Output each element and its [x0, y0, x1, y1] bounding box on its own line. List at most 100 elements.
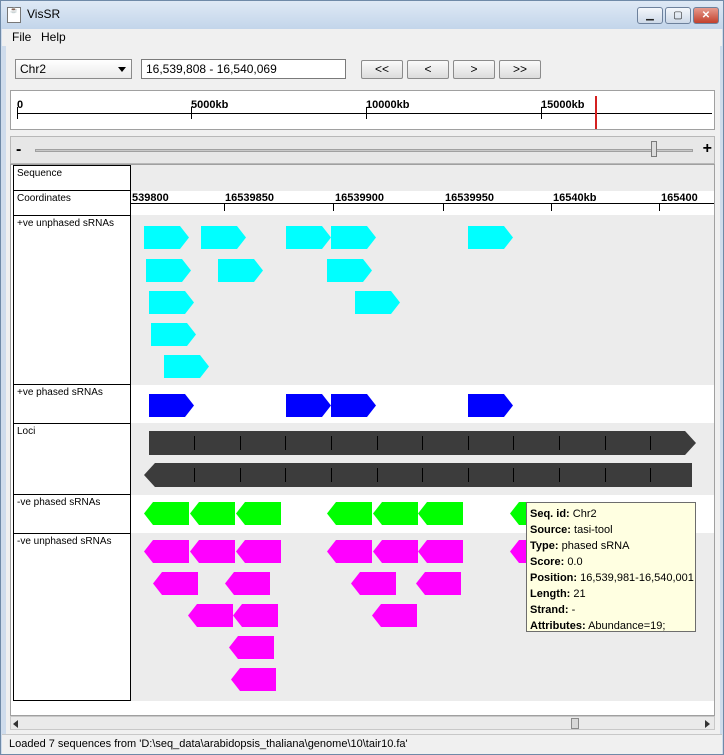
coordinate-tick	[224, 203, 225, 211]
jump-start-button[interactable]: <<	[361, 60, 403, 79]
srna-feature[interactable]	[218, 259, 263, 282]
locus-tick	[513, 468, 514, 482]
srna-feature[interactable]	[236, 502, 281, 525]
tooltip-row: Seq. id: Chr2	[530, 508, 597, 520]
zoom-track[interactable]	[35, 149, 693, 152]
srna-feature[interactable]	[351, 572, 396, 595]
zoom-slider[interactable]: - +	[10, 136, 715, 164]
overview-tick-label: 5000kb	[191, 99, 229, 111]
zoom-in-icon[interactable]: +	[703, 140, 712, 158]
menu-help[interactable]: Help	[41, 30, 66, 44]
close-button[interactable]: ✕	[693, 7, 719, 24]
srna-feature[interactable]	[231, 668, 276, 691]
locus-feature[interactable]	[144, 463, 692, 487]
srna-feature[interactable]	[144, 502, 189, 525]
locus-tick	[377, 436, 378, 450]
locus-tick	[331, 436, 332, 450]
jump-end-button[interactable]: >>	[499, 60, 541, 79]
track-label-loci: Loci	[13, 423, 131, 495]
coordinate-tick	[551, 203, 552, 211]
srna-feature[interactable]	[188, 604, 233, 627]
scroll-thumb[interactable]	[571, 718, 579, 729]
jar-app-icon: ☕	[7, 7, 21, 23]
horizontal-scrollbar[interactable]	[10, 716, 715, 730]
srna-feature[interactable]	[373, 540, 418, 563]
locus-tick	[605, 436, 606, 450]
minimize-button[interactable]: ▁	[637, 7, 663, 24]
zoom-thumb[interactable]	[650, 141, 657, 157]
srna-feature[interactable]	[190, 502, 235, 525]
srna-feature[interactable]	[225, 572, 270, 595]
next-button[interactable]: >	[453, 60, 495, 79]
locus-tick	[194, 468, 195, 482]
srna-feature[interactable]	[149, 394, 194, 417]
srna-feature[interactable]	[286, 226, 331, 249]
srna-feature[interactable]	[144, 540, 189, 563]
srna-feature[interactable]	[416, 572, 461, 595]
srna-feature[interactable]	[331, 226, 376, 249]
track-label-pos-unphased: +ve unphased sRNAs	[13, 215, 131, 385]
srna-feature[interactable]	[233, 604, 278, 627]
srna-feature[interactable]	[146, 259, 191, 282]
srna-feature[interactable]	[327, 502, 372, 525]
locus-tick	[240, 436, 241, 450]
chromosome-select[interactable]: Chr2	[15, 59, 132, 79]
srna-feature[interactable]	[201, 226, 246, 249]
srna-feature[interactable]	[327, 259, 372, 282]
coordinate-label: 16539850	[225, 192, 274, 204]
locus-tick	[468, 468, 469, 482]
srna-feature[interactable]	[468, 394, 513, 417]
zoom-out-icon[interactable]: -	[16, 141, 21, 159]
srna-feature[interactable]	[153, 572, 198, 595]
srna-feature[interactable]	[331, 394, 376, 417]
srna-feature[interactable]	[190, 540, 235, 563]
previous-button[interactable]: <	[407, 60, 449, 79]
sequence-band	[131, 165, 714, 191]
locus-tick	[240, 468, 241, 482]
srna-feature[interactable]	[149, 291, 194, 314]
tooltip-row: Type: phased sRNA	[530, 540, 630, 552]
srna-feature[interactable]	[151, 323, 196, 346]
srna-feature[interactable]	[355, 291, 400, 314]
overview-tick-label: 0	[17, 99, 24, 111]
srna-feature[interactable]	[327, 540, 372, 563]
position-marker[interactable]	[595, 96, 597, 129]
range-input[interactable]: 16,539,808 - 16,540,069	[141, 59, 346, 79]
srna-feature[interactable]	[164, 355, 209, 378]
srna-feature[interactable]	[418, 502, 463, 525]
coordinate-label: 16539900	[335, 192, 384, 204]
locus-feature[interactable]	[149, 431, 696, 455]
tooltip-row: Length: 21	[530, 588, 586, 600]
status-bar: Loaded 7 sequences from 'D:\seq_data\ara…	[2, 734, 722, 754]
track-label-neg-unphased: -ve unphased sRNAs	[13, 533, 131, 701]
locus-tick	[194, 436, 195, 450]
overview-tick-label: 15000kb	[541, 99, 585, 111]
maximize-button[interactable]: ▢	[665, 7, 691, 24]
window-title: VisSR	[27, 7, 61, 21]
srna-feature[interactable]	[286, 394, 331, 417]
title-bar[interactable]: ☕ VisSR ▁ ▢ ✕	[1, 1, 723, 29]
locus-tick	[605, 468, 606, 482]
coordinate-label: 165400	[661, 192, 698, 204]
feature-tooltip: Seq. id: Chr2 Source: tasi-tool Type: ph…	[526, 502, 696, 632]
tooltip-row: Strand: -	[530, 604, 576, 616]
coordinate-tick	[443, 203, 444, 211]
srna-feature[interactable]	[372, 604, 417, 627]
track-label-neg-phased: -ve phased sRNAs	[13, 494, 131, 534]
menu-bar: File Help	[2, 29, 722, 46]
locus-tick	[650, 468, 651, 482]
menu-file[interactable]: File	[12, 30, 31, 44]
tooltip-row: Score: 0.0	[530, 556, 583, 568]
srna-feature[interactable]	[236, 540, 281, 563]
srna-feature[interactable]	[468, 226, 513, 249]
srna-feature[interactable]	[373, 502, 418, 525]
track-label-sequence: Sequence	[13, 165, 131, 191]
srna-feature[interactable]	[229, 636, 274, 659]
chromosome-overview[interactable]: 0 5000kb 10000kb 15000kb	[10, 90, 715, 130]
srna-feature[interactable]	[144, 226, 189, 249]
scroll-left-icon[interactable]	[13, 720, 18, 728]
locus-tick	[377, 468, 378, 482]
locus-tick	[285, 436, 286, 450]
srna-feature[interactable]	[418, 540, 463, 563]
scroll-right-icon[interactable]	[705, 720, 710, 728]
